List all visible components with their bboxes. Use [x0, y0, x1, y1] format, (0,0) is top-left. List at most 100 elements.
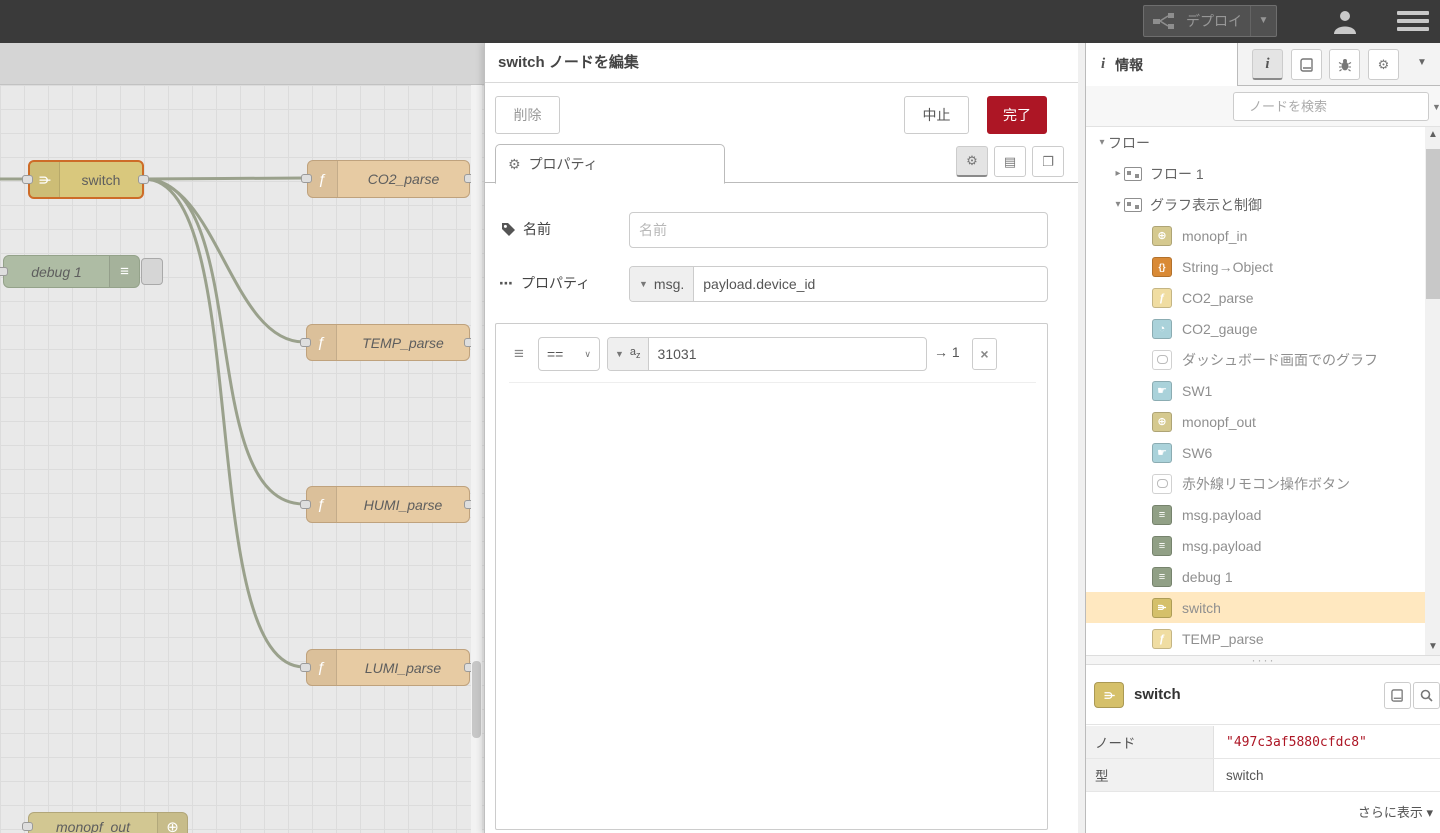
detail-row: 型 switch: [1086, 759, 1440, 792]
flow-node-humi[interactable]: ƒHUMI_parse: [306, 486, 470, 523]
comment-icon: [1152, 474, 1172, 494]
flow-node-lumi[interactable]: ƒLUMI_parse: [306, 649, 470, 686]
sidebar-tab-menu-caret[interactable]: ▼: [1417, 57, 1427, 68]
switch-icon: ⋔: [30, 162, 60, 197]
drag-handle-icon[interactable]: ≡: [514, 344, 524, 364]
detail-search-button[interactable]: [1413, 682, 1440, 709]
rule-value-type-select[interactable]: ▼ az: [608, 338, 649, 370]
node-search-box[interactable]: ▼: [1233, 92, 1429, 121]
flow-canvas[interactable]: ⋔switch ƒCO2_parse ƒTEMP_parse ƒHUMI_parse ƒ…: [0, 43, 484, 833]
tree-scroll-thumb[interactable]: [1426, 149, 1440, 299]
tree-node-item[interactable]: ⋔switch: [1086, 592, 1425, 623]
sidebar-info-button[interactable]: i: [1252, 49, 1283, 80]
detail-help-button[interactable]: [1384, 682, 1411, 709]
tree-item-label: CO2_gauge: [1182, 321, 1258, 337]
sidebar-config-button[interactable]: ⚙: [1368, 49, 1399, 80]
show-more-link[interactable]: さらに表示 ▾: [1358, 802, 1433, 821]
delete-button[interactable]: 削除: [495, 96, 560, 134]
name-input[interactable]: [630, 222, 1047, 238]
gear-icon: ⚙: [966, 153, 978, 169]
tree-node-item[interactable]: {}String→Object: [1086, 251, 1425, 282]
node-label: LUMI_parse: [337, 650, 469, 685]
flow-node-co2[interactable]: ƒCO2_parse: [307, 160, 470, 198]
tree-chevron-icon[interactable]: ▸: [1112, 168, 1124, 179]
flow-node-debug1[interactable]: debug 1≡: [3, 255, 140, 288]
canvas-scrollbar[interactable]: [471, 85, 482, 833]
deploy-caret-icon[interactable]: ▼: [1250, 6, 1276, 36]
tree-node-item[interactable]: 赤外線リモコン操作ボタン: [1086, 468, 1425, 499]
output-port[interactable]: [138, 175, 149, 184]
comment-bubble-icon: [1157, 355, 1168, 364]
tree-chevron-icon[interactable]: ▾: [1096, 137, 1108, 148]
rule-operator-select[interactable]: == ∨: [538, 337, 600, 371]
tree-node-item[interactable]: ダッシュボード画面でのグラフ: [1086, 344, 1425, 375]
scroll-down-icon[interactable]: ▼: [1425, 639, 1440, 655]
deploy-label: デプロイ: [1178, 11, 1250, 31]
input-port[interactable]: [22, 175, 33, 184]
rule-value-input[interactable]: [649, 346, 926, 362]
input-port[interactable]: [301, 174, 312, 183]
sidebar-debug-button[interactable]: [1329, 49, 1360, 80]
hamburger-icon[interactable]: [1397, 11, 1429, 33]
tree-node-item[interactable]: ƒTEMP_parse: [1086, 623, 1425, 654]
tree-item-label: SW6: [1182, 445, 1212, 461]
chevron-down-icon[interactable]: ▼: [1432, 102, 1440, 112]
search-input[interactable]: [1249, 99, 1425, 114]
gear-icon: ⚙: [1378, 57, 1390, 73]
edit-properties-button[interactable]: ⚙: [956, 146, 988, 177]
flow-node-temp[interactable]: ƒTEMP_parse: [306, 324, 470, 361]
tree-node-item[interactable]: ☛SW6: [1086, 437, 1425, 468]
deploy-button[interactable]: デプロイ ▼: [1143, 5, 1277, 37]
detail-table: ノード "497c3af5880cfdc8"型 switch: [1086, 726, 1440, 792]
input-port[interactable]: [300, 500, 311, 509]
tree-item-label: CO2_parse: [1182, 290, 1254, 306]
appearance-button[interactable]: ❐: [1032, 146, 1064, 177]
tree-flow-item[interactable]: ▸フロー 1: [1086, 158, 1425, 189]
tree-node-item[interactable]: ⊕monopf_out: [1086, 406, 1425, 437]
flow-icon: [1124, 167, 1142, 181]
tree-chevron-icon[interactable]: ▾: [1112, 199, 1124, 210]
tree-item-label: String→Object: [1182, 259, 1273, 275]
tree-node-item[interactable]: ☛SW1: [1086, 375, 1425, 406]
done-button[interactable]: 完了: [987, 96, 1047, 134]
flow-node-monopfout[interactable]: monopf_out⊕: [28, 812, 188, 833]
input-port[interactable]: [300, 338, 311, 347]
tree-node-item[interactable]: ⊕monopf_in: [1086, 220, 1425, 251]
tree-flow-item[interactable]: ▾フロー: [1086, 127, 1425, 158]
tree-node-item[interactable]: ≡msg.payload: [1086, 499, 1425, 530]
debug-toggle-button[interactable]: [141, 258, 163, 285]
property-input[interactable]: [694, 276, 1047, 292]
rule-output-label: → 1: [934, 344, 960, 360]
cancel-button[interactable]: 中止: [904, 96, 969, 134]
scroll-up-icon[interactable]: ▲: [1425, 127, 1440, 143]
function-icon: ƒ: [1152, 629, 1172, 649]
tab-info[interactable]: i 情報: [1086, 43, 1238, 86]
input-port[interactable]: [0, 267, 8, 276]
canvas-scroll-thumb[interactable]: [472, 661, 481, 738]
sidebar-splitter[interactable]: ····: [1086, 655, 1440, 665]
sidebar-help-button[interactable]: [1291, 49, 1322, 80]
info-icon: i: [1101, 56, 1105, 73]
property-type-select[interactable]: ▼ msg.: [630, 267, 694, 301]
user-icon[interactable]: [1332, 8, 1358, 34]
gear-icon: ⚙: [508, 156, 521, 173]
tree-node-item[interactable]: ≡debug 1: [1086, 561, 1425, 592]
debug-icon: ≡: [1152, 567, 1172, 587]
input-port[interactable]: [22, 822, 33, 831]
description-button[interactable]: ▤: [994, 146, 1026, 177]
sidebar-resizer[interactable]: [1078, 43, 1085, 833]
tree-node-item[interactable]: ◔CO2_gauge: [1086, 313, 1425, 344]
chevron-down-icon: ▼: [615, 349, 624, 359]
detail-row-value: "497c3af5880cfdc8": [1214, 726, 1440, 758]
switch-node-icon: ⋔: [1094, 682, 1124, 708]
tree-node-item[interactable]: ≡msg.payload: [1086, 530, 1425, 561]
tree-scrollbar[interactable]: ▲ ▼: [1425, 127, 1440, 655]
book-icon: [1300, 58, 1314, 72]
rule-delete-button[interactable]: ×: [972, 338, 997, 370]
tab-properties[interactable]: ⚙ プロパティ: [495, 144, 725, 184]
debug-icon: ≡: [1152, 505, 1172, 525]
input-port[interactable]: [300, 663, 311, 672]
tree-flow-item[interactable]: ▾グラフ表示と制御: [1086, 189, 1425, 220]
flow-node-switch[interactable]: ⋔switch: [28, 160, 144, 199]
tree-node-item[interactable]: ƒCO2_parse: [1086, 282, 1425, 313]
